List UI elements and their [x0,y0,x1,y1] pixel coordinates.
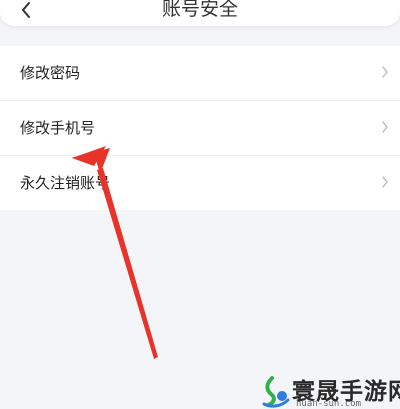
chevron-right-icon [382,176,388,188]
list-item-label: 修改手机号 [20,119,96,137]
settings-list: 修改密码 修改手机号 永久注销账号 [0,46,400,210]
watermark: 寰晟手游网 huan-sun.com [256,372,400,409]
site-logo-icon [262,376,290,408]
chevron-right-icon [382,66,388,78]
top-bar: 账号安全 [0,0,400,26]
page-title: 账号安全 [161,0,238,20]
list-item-label: 永久注销账号 [20,174,111,192]
chevron-right-icon [382,121,388,133]
list-item-delete-account[interactable]: 永久注销账号 [0,156,400,210]
list-item-change-phone[interactable]: 修改手机号 [0,101,400,156]
list-item-change-password[interactable]: 修改密码 [0,46,400,101]
list-item-label: 修改密码 [20,64,81,82]
